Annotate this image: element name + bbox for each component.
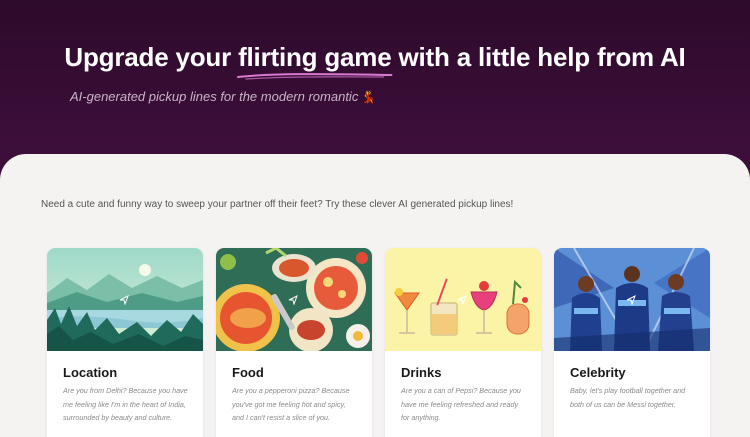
card-text: Baby, let's play football together and b…: [570, 386, 686, 409]
cursor-marker-icon: [288, 295, 298, 305]
intro-text: Need a cute and funny way to sweep your …: [41, 199, 514, 210]
category-card-location[interactable]: Location Are you from Delhi? Because you…: [47, 248, 203, 437]
page-subtitle: AI-generated pickup lines for the modern…: [70, 89, 376, 104]
card-title: Food: [232, 365, 264, 380]
card-text: Are you a can of Pepsi? Because you have…: [401, 386, 521, 422]
card-text: Are you a pepperoni pizza? Because you'v…: [232, 386, 350, 422]
card-title: Celebrity: [570, 365, 626, 380]
dancer-emoji-icon: 💃: [361, 90, 377, 104]
content-panel: Need a cute and funny way to sweep your …: [0, 154, 750, 437]
title-part-before: Upgrade your: [64, 42, 239, 72]
cursor-marker-icon: [457, 295, 467, 305]
title-part-after: with a little help from AI: [391, 42, 686, 72]
title-highlight-text: flirting game: [238, 42, 392, 72]
page-title: Upgrade your flirting game with a little…: [0, 42, 750, 80]
hero-section: Upgrade your flirting game with a little…: [0, 0, 750, 170]
football-players-icon: [554, 248, 710, 351]
cursor-marker-icon: [119, 295, 129, 305]
card-text: Are you from Delhi? Because you have me …: [63, 386, 188, 422]
category-card-food[interactable]: Food Are you a pepperoni pizza? Because …: [216, 248, 372, 437]
underline-scribble-icon: [237, 73, 393, 80]
lake-landscape-icon: [47, 248, 203, 351]
card-title: Drinks: [401, 365, 442, 380]
category-card-drinks[interactable]: Drinks Are you a can of Pepsi? Because y…: [385, 248, 541, 437]
cocktails-icon: [385, 248, 541, 351]
subtitle-text: AI-generated pickup lines for the modern…: [70, 89, 359, 104]
food-plates-icon: [216, 248, 372, 351]
category-card-celebrity[interactable]: Celebrity Baby, let's play football toge…: [554, 248, 710, 437]
title-highlight: flirting game: [237, 42, 393, 80]
card-title: Location: [63, 365, 118, 380]
cursor-marker-icon: [626, 295, 636, 305]
